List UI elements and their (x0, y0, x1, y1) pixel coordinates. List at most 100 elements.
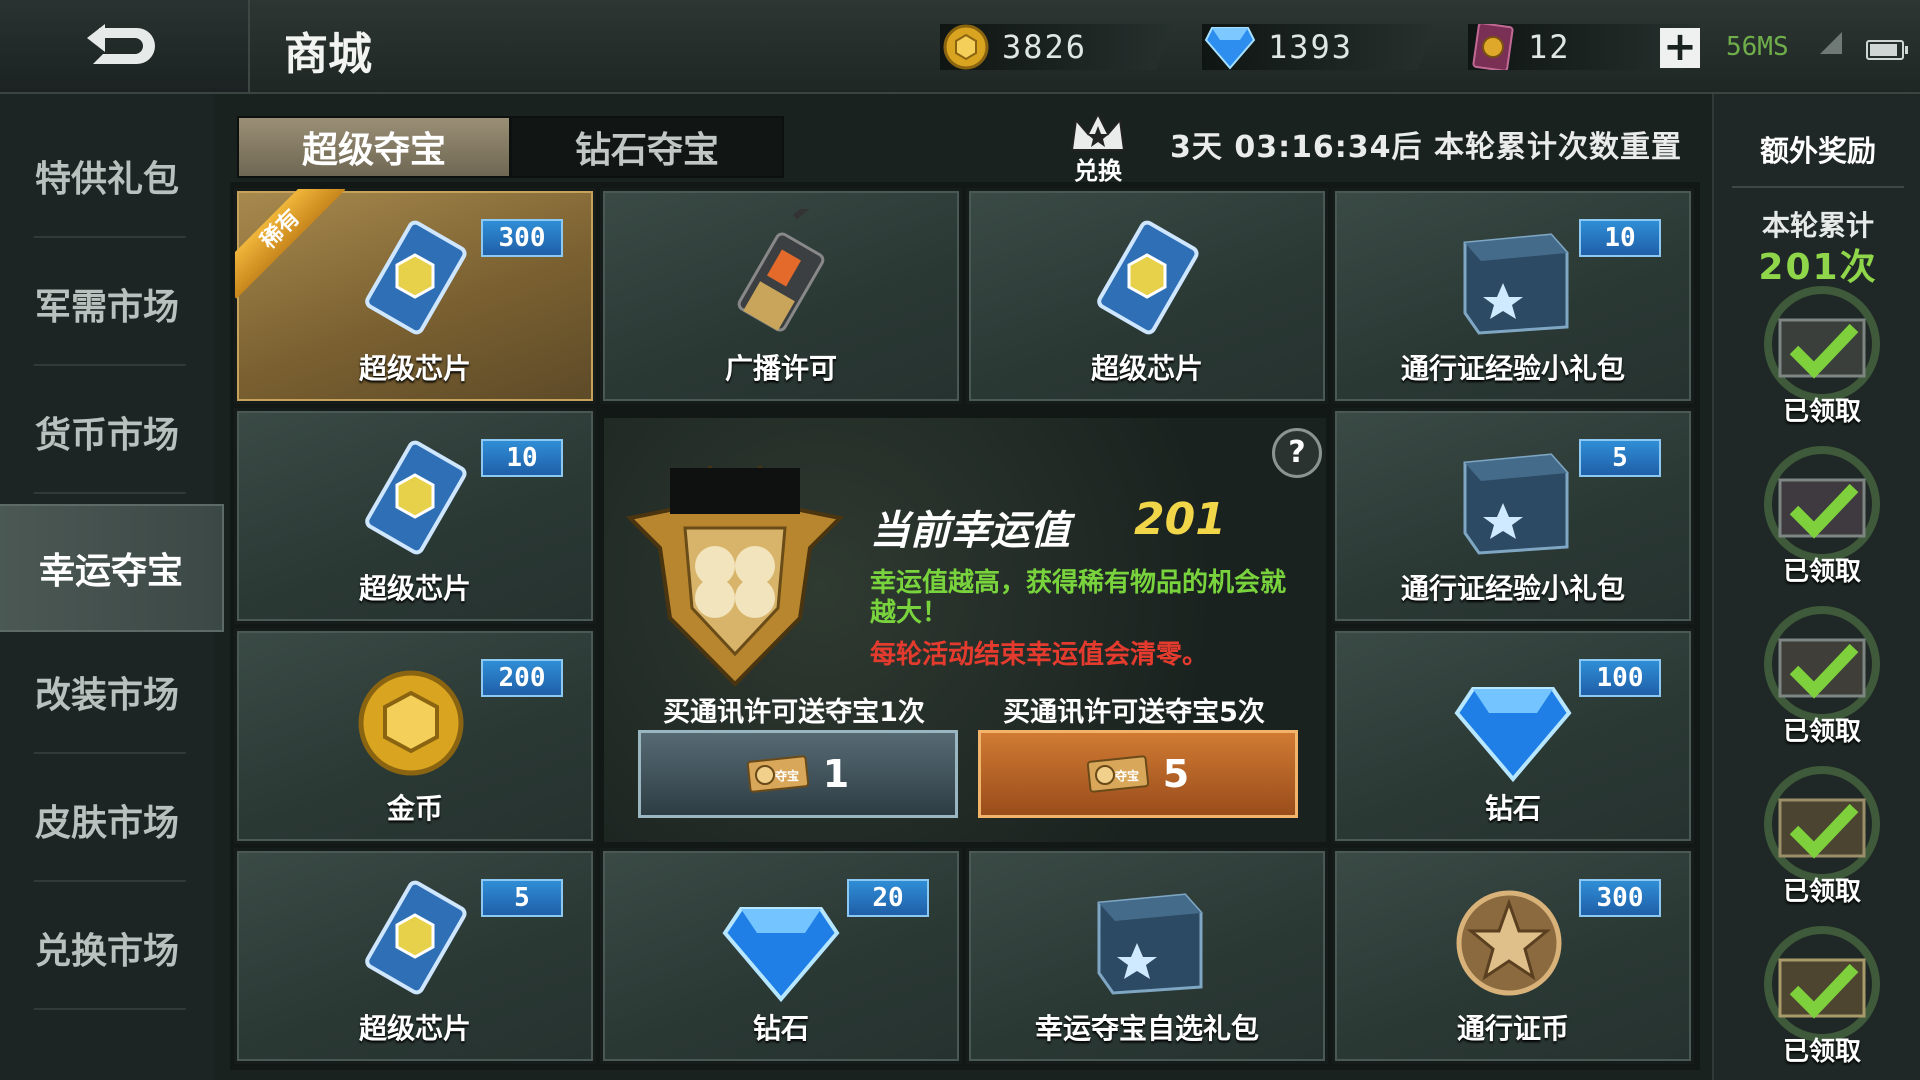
back-arrow-icon (87, 24, 155, 64)
pass-ticket-icon (1472, 24, 1514, 70)
sidebar-item-lucky-draw[interactable]: 幸运夺宝 (0, 504, 224, 632)
bonus-chest-2[interactable]: 已领取 (1754, 444, 1890, 587)
bonus-rewards-column: 额外奖励 本轮累计 201次 已领取 已领取 已领取 已领取 已领取 (1712, 94, 1920, 1080)
gold-counter: 3826 (940, 24, 1170, 70)
prize-cell-diamond-20[interactable]: 20 钻石 (600, 848, 962, 1064)
add-currency-button[interactable]: + (1660, 27, 1700, 68)
top-bar: 商城 3826 1393 12 + 56MS (0, 0, 1920, 94)
divider (1732, 186, 1904, 188)
tab-super-draw[interactable]: 超级夺宝 (237, 116, 511, 178)
quantity-badge: 20 (847, 879, 929, 917)
sidebar-item-exchange-market[interactable]: 兑换市场 (0, 886, 214, 1010)
clover-shield-emblem-icon (625, 465, 845, 687)
sidebar-item-mod-market[interactable]: 改装市场 (0, 630, 214, 754)
bonus-title: 额外奖励 (1759, 134, 1876, 168)
prize-name: 通行证经验小礼包 (1400, 572, 1625, 605)
prize-name: 金币 (386, 792, 443, 825)
buy-1-count: 1 (822, 752, 850, 796)
prize-name: 通行证经验小礼包 (1400, 352, 1625, 385)
prize-cell-diamond-100[interactable]: 100 钻石 (1332, 628, 1694, 844)
diamond-icon (1204, 27, 1256, 70)
prize-cell-lucky-draw-select-pack[interactable]: 幸运夺宝自选礼包 (966, 848, 1328, 1064)
prize-cell-super-chip-10[interactable]: 10 超级芯片 (234, 408, 596, 624)
claimed-chest-icon (1764, 766, 1880, 882)
prize-cell-super-chip-300[interactable]: 稀有 300 超级芯片 (234, 188, 596, 404)
buy-5-button[interactable]: 夺宝 5 (978, 730, 1298, 818)
draw-ticket-icon: 夺宝 (746, 755, 809, 793)
quantity-badge: 300 (1579, 879, 1661, 917)
back-button[interactable] (0, 0, 250, 92)
bonus-chest-5[interactable]: 已领取 (1754, 924, 1890, 1067)
sidebar-item-skin-market[interactable]: 皮肤市场 (0, 758, 214, 882)
diamond-icon (722, 907, 840, 1003)
prize-cell-super-chip[interactable]: 超级芯片 (966, 188, 1328, 404)
prize-cell-pass-exp-pack-5[interactable]: 5 通行证经验小礼包 (1332, 408, 1694, 624)
help-button[interactable]: ? (1272, 428, 1322, 478)
battery-icon (1866, 40, 1908, 60)
sidebar-item-currency-market[interactable]: 货币市场 (0, 370, 214, 494)
bonus-chest-1[interactable]: 已领取 (1754, 284, 1890, 427)
quantity-badge: 5 (481, 879, 563, 917)
quantity-badge: 5 (1579, 439, 1661, 477)
claimed-chest-icon (1764, 286, 1880, 402)
super-chip-icon (1097, 220, 1199, 335)
super-chip-icon (365, 220, 467, 335)
prize-cell-broadcast-permit[interactable]: 广播许可 (600, 188, 962, 404)
luck-description: 幸运值越高，获得稀有物品的机会就越大！ (870, 568, 1287, 628)
svg-text:夺宝: 夺宝 (774, 768, 799, 783)
claimed-label: 已领取 (1782, 1037, 1861, 1067)
rare-ribbon: 稀有 (235, 189, 345, 299)
bonus-chest-3[interactable]: 已领取 (1754, 604, 1890, 747)
reset-countdown: 3天 03:16:34后 本轮累计次数重置 (1170, 130, 1683, 165)
gold-coin-icon (358, 670, 464, 776)
prize-cell-pass-exp-pack-10[interactable]: 10 通行证经验小礼包 (1332, 188, 1694, 404)
diamond-counter: 1393 (1202, 24, 1432, 70)
diamond-icon (1454, 687, 1572, 783)
prize-name: 超级芯片 (358, 572, 471, 605)
exchange-label: 兑换 (1074, 157, 1122, 185)
exchange-button[interactable]: 兑换 (1062, 110, 1134, 186)
lucky-value-panel: ? 当前幸运值 201 幸运值越高，获得稀有物品的机会就越大！ 每轮活动结束幸运… (604, 418, 1326, 842)
gold-coin-icon (943, 24, 989, 70)
wifi-icon (1820, 32, 1842, 54)
gold-value: 3826 (1002, 28, 1088, 66)
buy-1-button[interactable]: 夺宝 1 (638, 730, 958, 818)
sidebar-item-military-market[interactable]: 军需市场 (0, 242, 214, 366)
supply-crate-icon (1463, 233, 1569, 335)
prize-name: 超级芯片 (1090, 352, 1203, 385)
prize-cell-super-chip-5[interactable]: 5 超级芯片 (234, 848, 596, 1064)
diamond-value: 1393 (1268, 28, 1354, 66)
claimed-label: 已领取 (1782, 877, 1861, 907)
super-chip-icon (365, 880, 467, 995)
buy-5-count: 5 (1162, 752, 1190, 796)
battery-fill (1870, 44, 1897, 56)
page-title: 商城 (284, 29, 372, 80)
quantity-badge: 10 (481, 439, 563, 477)
super-chip-icon (365, 440, 467, 555)
luck-reset-warning: 每轮活动结束幸运值会清零。 (870, 640, 1209, 670)
round-total-value: 201次 (1758, 247, 1878, 288)
prize-name: 幸运夺宝自选礼包 (1034, 1012, 1259, 1045)
luck-value: 201 (1134, 494, 1226, 545)
bonus-chest-4[interactable]: 已领取 (1754, 764, 1890, 907)
tab-diamond-draw[interactable]: 钻石夺宝 (510, 116, 784, 178)
claimed-label: 已领取 (1782, 717, 1861, 747)
prize-name: 钻石 (1484, 792, 1541, 825)
claimed-label: 已领取 (1782, 397, 1861, 427)
claimed-chest-icon (1764, 926, 1880, 1042)
buy-5-label: 买通讯许可送夺宝5次 (1003, 697, 1265, 728)
quantity-badge: 10 (1579, 219, 1661, 257)
draw-ticket-icon: 夺宝 (1086, 755, 1149, 793)
prize-cell-gold-200[interactable]: 200 金币 (234, 628, 596, 844)
prize-cell-pass-coin-300[interactable]: 300 通行证币 (1332, 848, 1694, 1064)
svg-text:夺宝: 夺宝 (1114, 768, 1139, 783)
sidebar-item-special-packs[interactable]: 特供礼包 (0, 114, 214, 238)
prize-name: 广播许可 (724, 352, 837, 385)
claimed-chest-icon (1764, 606, 1880, 722)
claimed-chest-icon (1764, 446, 1880, 562)
pass-value: 12 (1528, 28, 1571, 66)
sidebar: 特供礼包 军需市场 货币市场 幸运夺宝 改装市场 皮肤市场 兑换市场 (0, 94, 224, 1080)
prize-name: 超级芯片 (358, 352, 471, 385)
pass-coin-icon (1456, 890, 1562, 996)
quantity-badge: 200 (481, 659, 563, 697)
